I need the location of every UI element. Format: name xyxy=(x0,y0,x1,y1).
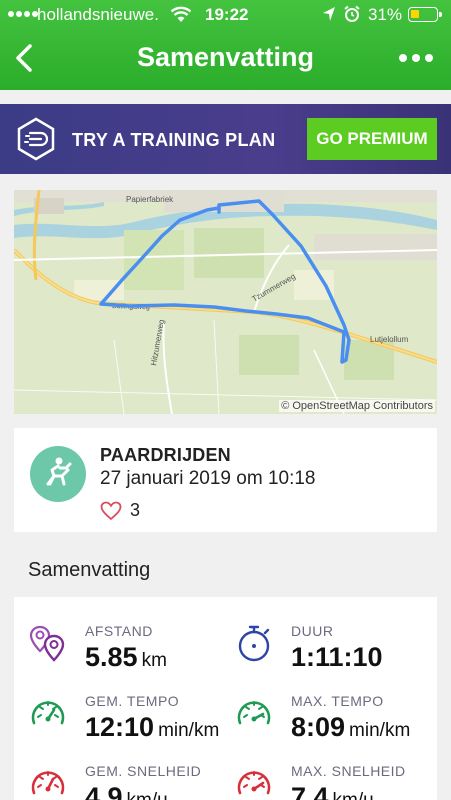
pace-gauge-icon xyxy=(31,701,65,725)
wifi-icon xyxy=(170,6,192,22)
stat-average-pace: GEM. TEMPO 12:10 min/km xyxy=(28,693,228,753)
stat-label: MAX. TEMPO xyxy=(291,693,384,709)
carrier-name: hollandsnieuwe. xyxy=(37,5,159,24)
activity-card[interactable]: PAARDRIJDEN 27 januari 2019 om 10:18 3 xyxy=(14,428,437,532)
activity-type: PAARDRIJDEN xyxy=(100,445,231,465)
stat-label: AFSTAND xyxy=(85,623,153,639)
status-bar: hollandsnieuwe. 19:22 31% xyxy=(0,0,451,30)
location-pins-icon xyxy=(29,625,65,662)
stat-value: 12:10 min/km xyxy=(85,712,219,743)
stat-unit: km/u xyxy=(127,790,168,800)
stat-number: 12:10 xyxy=(85,712,155,742)
stat-unit: min/km xyxy=(158,720,220,741)
stat-label: GEM. SNELHEID xyxy=(85,763,202,779)
summary-card: AFSTAND 5.85 km DUUR 1:11:10 GEM. TEMPO 1… xyxy=(14,597,437,800)
stat-number: 1:11:10 xyxy=(291,642,383,672)
clock: 19:22 xyxy=(205,5,249,24)
app-header: hollandsnieuwe. 19:22 31% Samenvatting xyxy=(0,0,451,90)
banner-text: TRY A TRAINING PLAN xyxy=(72,130,276,150)
heart-icon xyxy=(100,501,122,520)
map-label-papierfabriek: Papierfabriek xyxy=(126,195,174,204)
stat-value: 5.85 km xyxy=(85,642,167,673)
stat-value: 4.9 km/u xyxy=(85,782,168,800)
stat-number: 4.9 xyxy=(85,782,123,800)
stat-max-speed: MAX. SNELHEID 7.4 km/u xyxy=(234,763,434,800)
like-button[interactable]: 3 xyxy=(100,500,140,521)
stat-max-pace: MAX. TEMPO 8:09 min/km xyxy=(234,693,434,753)
stat-average-speed: GEM. SNELHEID 4.9 km/u xyxy=(28,763,228,800)
alarm-icon xyxy=(344,5,360,22)
summary-section-title: Samenvatting xyxy=(28,559,151,581)
map-label-lutjelollum: Lutjelollum xyxy=(370,335,409,344)
signal-strength-icon xyxy=(8,11,38,17)
map-canvas: Papierfabriek Tzummerweg Hitzumerweg Lut… xyxy=(14,190,437,414)
pace-gauge-icon xyxy=(237,701,271,725)
stat-number: 5.85 xyxy=(85,642,138,672)
more-options-icon[interactable] xyxy=(391,40,441,76)
speed-gauge-icon xyxy=(31,771,65,795)
page-title: Samenvatting xyxy=(136,42,315,72)
stat-value: 1:11:10 xyxy=(291,642,383,673)
stat-distance: AFSTAND 5.85 km xyxy=(28,623,228,683)
stat-label: DUUR xyxy=(291,623,334,639)
location-arrow-icon xyxy=(323,7,335,21)
horse-riding-icon xyxy=(30,446,86,502)
battery-icon xyxy=(408,7,442,22)
stat-unit: km/u xyxy=(333,790,374,800)
stat-label: MAX. SNELHEID xyxy=(291,763,406,779)
stat-value: 8:09 min/km xyxy=(291,712,410,743)
stat-duration: DUUR 1:11:10 xyxy=(234,623,434,683)
stat-unit: min/km xyxy=(349,720,411,741)
stat-label: GEM. TEMPO xyxy=(85,693,180,709)
stopwatch-icon xyxy=(238,625,270,662)
go-premium-button[interactable]: GO PREMIUM xyxy=(307,118,437,160)
speed-gauge-icon xyxy=(237,771,271,795)
stat-number: 7.4 xyxy=(291,782,329,800)
battery-percentage: 31% xyxy=(368,5,403,24)
stat-value: 7.4 km/u xyxy=(291,782,374,800)
map-attribution: © OpenStreetMap Contributors xyxy=(279,400,435,412)
stat-unit: km xyxy=(141,650,167,671)
activity-date: 27 januari 2019 om 10:18 xyxy=(100,468,316,489)
stat-number: 8:09 xyxy=(291,712,346,742)
training-plan-icon xyxy=(17,117,55,161)
route-map[interactable]: Papierfabriek Tzummerweg Hitzumerweg Lut… xyxy=(14,190,437,414)
like-count: 3 xyxy=(130,500,141,520)
